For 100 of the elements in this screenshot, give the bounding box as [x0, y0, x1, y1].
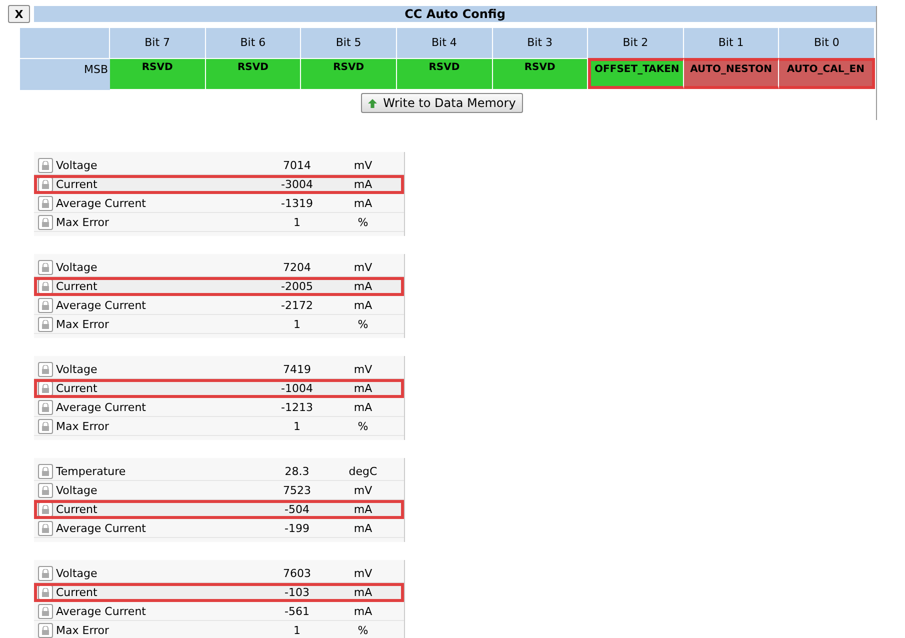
lock-icon[interactable]: [38, 520, 53, 536]
bit-header: Bit 0: [779, 28, 875, 58]
reading-name: Voltage: [56, 566, 98, 580]
bit-header: Bit 3: [492, 28, 588, 58]
reading-unit: mV: [352, 484, 374, 496]
bit-header: Bit 2: [588, 28, 684, 58]
bit-header: Bit 1: [684, 28, 780, 58]
reading-unit: mV: [352, 158, 374, 172]
lock-icon[interactable]: [38, 622, 53, 638]
reading-value: 7014: [282, 158, 312, 172]
bit-flag[interactable]: AUTO_CAL_EN: [779, 58, 875, 89]
reading-unit: %: [356, 318, 370, 330]
bit-header: Bit 7: [110, 28, 206, 58]
bit-header: Bit 4: [396, 28, 492, 58]
reading-name: Current: [56, 382, 98, 394]
bit-flag[interactable]: RSVD: [492, 58, 588, 89]
reading-unit: mA: [352, 586, 374, 598]
reading-value: -561: [284, 604, 310, 618]
lock-icon[interactable]: [38, 362, 53, 376]
reading-unit: mV: [352, 362, 374, 376]
write-button[interactable]: Write to Data Memory: [361, 93, 523, 113]
lock-icon[interactable]: [38, 214, 53, 230]
bit-flag[interactable]: OFFSET_TAKEN: [588, 58, 684, 89]
reading-name: Max Error: [56, 216, 110, 228]
reading-name: Average Current: [56, 400, 146, 414]
reading-name: Current: [56, 502, 98, 516]
reading-unit: mV: [352, 260, 374, 274]
reading-value: 7523: [282, 484, 312, 496]
reading-name: Voltage: [56, 158, 98, 172]
lock-icon[interactable]: [38, 278, 53, 294]
reading-value: -2005: [280, 280, 314, 292]
reading-unit: degC: [348, 464, 378, 478]
reading-name: Average Current: [56, 522, 146, 534]
reading-name: Current: [56, 586, 98, 598]
reading-unit: %: [356, 216, 370, 228]
reading-value: 7204: [282, 260, 312, 274]
reading-unit: %: [356, 624, 370, 636]
reading-name: Voltage: [56, 362, 98, 376]
lock-icon[interactable]: [38, 316, 53, 332]
reading-unit: mA: [352, 522, 374, 534]
section-title: CC Auto Config: [34, 6, 876, 22]
bit-flag[interactable]: RSVD: [396, 58, 492, 89]
reading-value: 28.3: [284, 464, 310, 478]
reading-name: Temperature: [56, 464, 126, 478]
reading-value: -2172: [280, 298, 314, 312]
reading-name: Average Current: [56, 196, 146, 210]
reading-unit: mA: [352, 196, 374, 210]
reading-unit: mA: [352, 400, 374, 414]
lock-icon[interactable]: [38, 298, 53, 312]
lock-icon[interactable]: [38, 196, 53, 210]
lock-icon[interactable]: [38, 464, 53, 478]
reading-unit: %: [356, 420, 370, 432]
reading-unit: mV: [352, 566, 374, 580]
reading-value: 1: [292, 216, 302, 228]
bit-flag[interactable]: RSVD: [301, 58, 397, 89]
up-arrow-icon: [368, 98, 378, 108]
reading-name: Voltage: [56, 484, 98, 496]
bit-header: Bit 6: [206, 28, 302, 58]
reading-value: -3004: [280, 178, 314, 190]
reading-value: 1: [292, 318, 302, 330]
reading-name: Max Error: [56, 624, 110, 636]
lock-icon[interactable]: [38, 584, 53, 600]
reading-name: Max Error: [56, 420, 110, 432]
reading-value: -504: [284, 502, 310, 516]
reading-value: 7419: [282, 362, 312, 376]
lock-icon[interactable]: [38, 418, 53, 434]
lock-icon[interactable]: [38, 400, 53, 414]
lock-icon[interactable]: [38, 176, 53, 192]
lock-icon[interactable]: [38, 482, 53, 498]
reading-value: -1319: [280, 196, 314, 210]
reading-name: Average Current: [56, 604, 146, 618]
reading-value: -199: [284, 522, 310, 534]
bit-header: Bit 5: [301, 28, 397, 58]
lock-icon[interactable]: [38, 260, 53, 274]
reading-value: -1213: [280, 400, 314, 414]
reading-name: Current: [56, 178, 98, 190]
reading-unit: mA: [352, 298, 374, 312]
lock-icon[interactable]: [38, 604, 53, 618]
row-label: MSB: [20, 58, 110, 90]
lock-icon[interactable]: [38, 566, 53, 580]
lock-icon[interactable]: [38, 158, 53, 172]
reading-name: Current: [56, 280, 98, 292]
reading-value: -1004: [280, 382, 314, 394]
bit-flag[interactable]: RSVD: [110, 58, 206, 89]
close-button[interactable]: X: [8, 5, 30, 23]
reading-name: Max Error: [56, 318, 110, 330]
reading-unit: mA: [352, 604, 374, 618]
lock-icon[interactable]: [38, 502, 53, 516]
lock-icon[interactable]: [38, 380, 53, 396]
reading-name: Voltage: [56, 260, 98, 274]
reading-value: 1: [292, 624, 302, 636]
bit-flag[interactable]: RSVD: [206, 58, 302, 89]
reading-unit: mA: [352, 178, 374, 190]
bit-flag[interactable]: AUTO_NESTON: [684, 58, 780, 89]
reading-unit: mA: [352, 382, 374, 394]
reading-unit: mA: [352, 280, 374, 292]
reading-unit: mA: [352, 502, 374, 516]
reading-value: 7603: [282, 566, 312, 580]
reading-value: -103: [284, 586, 310, 598]
reading-value: 1: [292, 420, 302, 432]
